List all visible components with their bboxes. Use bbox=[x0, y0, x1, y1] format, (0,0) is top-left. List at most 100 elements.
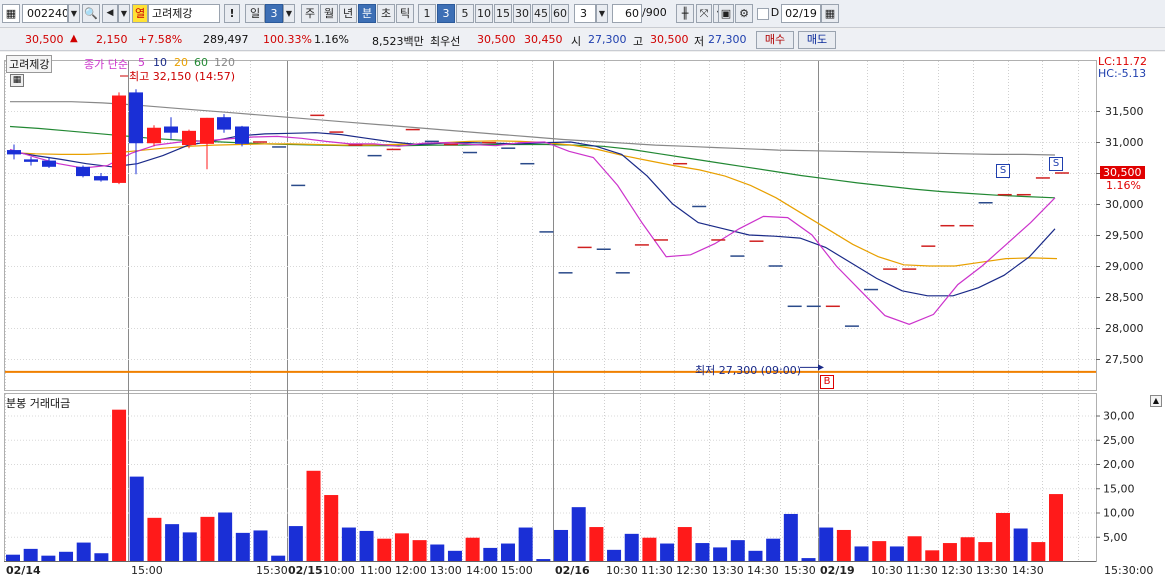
volume-bar bbox=[624, 533, 639, 561]
count-input[interactable]: 60 bbox=[612, 4, 642, 23]
volume-y-tick-label: 5,00 bbox=[1103, 531, 1128, 544]
hc-label: HC:-5.13 bbox=[1098, 67, 1147, 80]
period-week-button[interactable]: 주 bbox=[301, 4, 319, 23]
grid-icon[interactable]: ▦ bbox=[10, 74, 24, 87]
y-tick-label: 28,000 bbox=[1105, 322, 1144, 335]
gear-icon[interactable]: ⚙ bbox=[735, 4, 753, 23]
period-month-button[interactable]: 월 bbox=[320, 4, 338, 23]
chart-area[interactable]: 31,500 31,000 30,500 30,000 29,500 29,000 28,5… bbox=[0, 52, 1165, 582]
volume-bar bbox=[165, 524, 180, 561]
high-marker-label: 최고 32,150 (14:57) bbox=[129, 70, 236, 83]
volume-bar bbox=[766, 538, 781, 561]
stock-name-field[interactable]: 고려제강 bbox=[148, 4, 220, 23]
volume-value: 289,497 bbox=[203, 33, 249, 46]
panel-toggle-icon[interactable]: ▲ bbox=[1150, 395, 1162, 407]
volume-bar bbox=[359, 530, 374, 561]
minute-30-button[interactable]: 30 bbox=[513, 4, 531, 23]
volume-bar bbox=[730, 540, 745, 561]
minute-5-button[interactable]: 5 bbox=[456, 4, 474, 23]
minute-60-button[interactable]: 60 bbox=[551, 4, 569, 23]
ask-price: 30,500 bbox=[477, 33, 516, 46]
turnover-ratio: 1.16% bbox=[314, 33, 349, 46]
day-count-dropdown-icon[interactable]: ▼ bbox=[283, 4, 295, 23]
candle bbox=[147, 127, 161, 144]
x-tick-label: 15:30 bbox=[256, 564, 288, 577]
y-tick-label: 31,000 bbox=[1105, 136, 1144, 149]
market-badge: 열 bbox=[132, 4, 148, 23]
volume-bar bbox=[819, 527, 834, 561]
date-input[interactable]: 02/19 bbox=[781, 4, 821, 23]
volume-bar bbox=[748, 550, 763, 561]
volume-bar bbox=[518, 527, 533, 561]
candle bbox=[217, 117, 231, 130]
day-button[interactable]: 일 bbox=[245, 4, 265, 23]
period-tick-button[interactable]: 틱 bbox=[396, 4, 414, 23]
volume-y-tick-label: 25,00 bbox=[1103, 434, 1135, 447]
chart-menu-icon[interactable]: ▦ bbox=[2, 4, 20, 23]
candle bbox=[94, 176, 108, 181]
minute-45-button[interactable]: 45 bbox=[532, 4, 550, 23]
y-tick-label: 29,500 bbox=[1105, 229, 1144, 242]
d-checkbox[interactable] bbox=[757, 8, 769, 20]
volume-bar bbox=[642, 537, 657, 561]
x-tick-label: 02/14 bbox=[6, 564, 41, 577]
speaker-icon[interactable]: ◀ bbox=[102, 4, 118, 23]
volume-bar bbox=[889, 546, 904, 561]
save-icon[interactable]: ▣ bbox=[718, 4, 734, 23]
price-change: 2,150 bbox=[96, 33, 128, 46]
sell-button[interactable]: 매도 bbox=[798, 31, 836, 49]
candle bbox=[129, 92, 143, 144]
x-tick-label: 10:30 bbox=[606, 564, 638, 577]
code-dropdown-icon[interactable]: ▼ bbox=[68, 4, 80, 23]
lower-panel-title: 분봉 거래대금 bbox=[6, 397, 71, 410]
calendar-icon[interactable]: ▦ bbox=[821, 4, 839, 23]
volume-y-tick-label: 30,00 bbox=[1103, 410, 1135, 423]
x-tick-label: 02/15 bbox=[288, 564, 323, 577]
volume-bar bbox=[907, 536, 922, 561]
volume-bar bbox=[571, 507, 586, 561]
volume-bar bbox=[6, 554, 20, 561]
prev-stock-icon[interactable]: ▼ bbox=[118, 4, 130, 23]
volume-bar bbox=[554, 529, 569, 561]
buy-button[interactable]: 매수 bbox=[756, 31, 794, 49]
interval-dropdown-icon[interactable]: ▼ bbox=[596, 4, 608, 23]
volume-bar bbox=[660, 543, 675, 561]
candle-type-icon[interactable]: ╫ bbox=[676, 4, 694, 23]
period-second-button[interactable]: 초 bbox=[377, 4, 395, 23]
volume-bar bbox=[713, 547, 728, 561]
volume-bar bbox=[41, 555, 56, 561]
candle bbox=[235, 126, 249, 144]
candle bbox=[42, 160, 56, 167]
x-tick-label: 15:00 bbox=[501, 564, 533, 577]
alert-button[interactable]: ! bbox=[224, 4, 240, 23]
volume-bar bbox=[412, 540, 427, 561]
volume-bar bbox=[695, 543, 710, 561]
y-tick-label: 31,500 bbox=[1105, 105, 1144, 118]
volume-bar bbox=[271, 555, 286, 561]
stock-code-input[interactable]: 002240 bbox=[22, 4, 68, 23]
chart-canvas[interactable]: 31,500 31,000 30,500 30,000 29,500 29,000 28,5… bbox=[0, 52, 1165, 582]
volume-bar bbox=[677, 527, 692, 561]
open-price: 27,300 bbox=[588, 33, 627, 46]
up-arrow-icon: ▲ bbox=[70, 33, 78, 44]
x-tick-label: 12:00 bbox=[395, 564, 427, 577]
minute-3-button[interactable]: 3 bbox=[437, 4, 455, 23]
volume-bar bbox=[112, 409, 127, 561]
day-count-field[interactable]: 3 bbox=[265, 4, 283, 23]
interval-input[interactable]: 3 bbox=[574, 4, 596, 23]
trade-amount: 8,523백만 bbox=[372, 35, 424, 48]
sell-signal-icon: S bbox=[1049, 157, 1063, 171]
minute-15-button[interactable]: 15 bbox=[494, 4, 512, 23]
period-minute-button[interactable]: 분 bbox=[358, 4, 376, 23]
x-tick-label: 12:30 bbox=[676, 564, 708, 577]
indicator-icon[interactable]: ⤧ bbox=[696, 4, 712, 23]
minute-10-button[interactable]: 10 bbox=[475, 4, 493, 23]
minute-1-button[interactable]: 1 bbox=[418, 4, 436, 23]
volume-bar bbox=[536, 559, 551, 561]
x-tick-label: 10:30 bbox=[871, 564, 903, 577]
volume-bar bbox=[500, 543, 515, 561]
x-tick-label: 11:00 bbox=[360, 564, 392, 577]
high-price: 30,500 bbox=[650, 33, 689, 46]
period-year-button[interactable]: 년 bbox=[339, 4, 357, 23]
search-icon[interactable]: 🔍 bbox=[82, 4, 100, 23]
